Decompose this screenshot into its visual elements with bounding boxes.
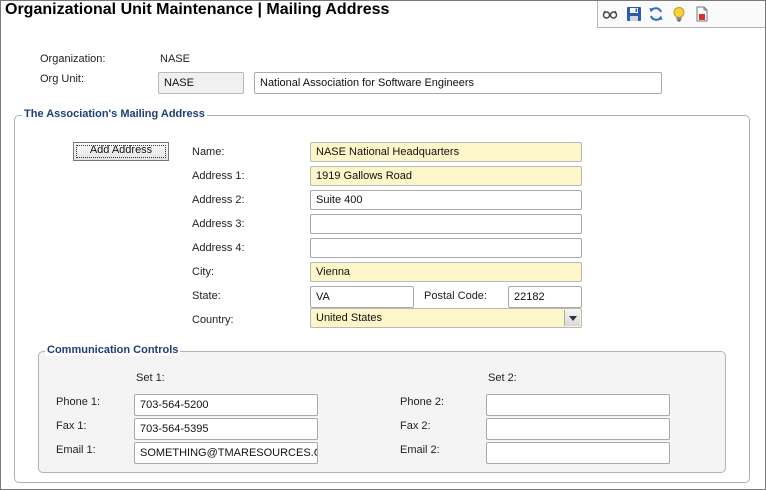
country-select[interactable]: United States [310,308,582,328]
address3-field[interactable] [310,214,582,234]
save-icon[interactable] [626,6,642,22]
name-label: Name: [192,146,225,158]
add-address-button[interactable]: Add Address [73,142,169,161]
mailing-address-group-title: The Association's Mailing Address [22,108,207,120]
state-label: State: [192,290,221,302]
address1-label: Address 1: [192,170,245,182]
state-field[interactable]: VA [310,286,414,308]
address2-field[interactable]: Suite 400 [310,190,582,210]
chevron-down-icon[interactable] [564,310,580,326]
city-field[interactable]: Vienna [310,262,582,282]
communication-controls-group-title: Communication Controls [45,344,181,356]
phone1-field[interactable]: 703-564-5200 [134,394,318,416]
fax1-field[interactable]: 703-564-5395 [134,418,318,440]
set2-label: Set 2: [488,372,517,384]
report-icon[interactable] [694,6,710,22]
address2-label: Address 2: [192,194,245,206]
address1-field[interactable]: 1919 Gallows Road [310,166,582,186]
fax2-field[interactable] [486,418,670,440]
set1-label: Set 1: [136,372,165,384]
org-unit-name-field[interactable]: National Association for Software Engine… [254,72,662,94]
glasses-icon[interactable] [602,6,618,22]
address4-label: Address 4: [192,242,245,254]
lightbulb-icon[interactable] [671,6,687,22]
city-label: City: [192,266,214,278]
email2-label: Email 2: [400,444,440,456]
country-select-value: United States [316,312,383,324]
email1-field[interactable]: SOMETHING@TMARESOURCES.CO [134,442,318,464]
refresh-icon[interactable] [648,6,664,22]
address3-label: Address 3: [192,218,245,230]
email1-label: Email 1: [56,444,96,456]
page-title: Organizational Unit Maintenance | Mailin… [5,1,390,18]
org-unit-code-field[interactable]: NASE [158,72,244,94]
organization-label: Organization: [40,53,106,65]
address4-field[interactable] [310,238,582,258]
country-label: Country: [192,314,234,326]
phone2-label: Phone 2: [400,396,445,408]
fax2-label: Fax 2: [400,420,431,432]
organization-value: NASE [160,53,190,65]
postal-code-field[interactable]: 22182 [508,286,582,308]
postal-code-label: Postal Code: [424,290,487,302]
fax1-label: Fax 1: [56,420,87,432]
phone1-label: Phone 1: [56,396,101,408]
phone2-field[interactable] [486,394,670,416]
email2-field[interactable] [486,442,670,464]
name-field[interactable]: NASE National Headquarters [310,142,582,162]
toolbar [597,1,765,28]
org-unit-label: Org Unit: [40,73,85,85]
